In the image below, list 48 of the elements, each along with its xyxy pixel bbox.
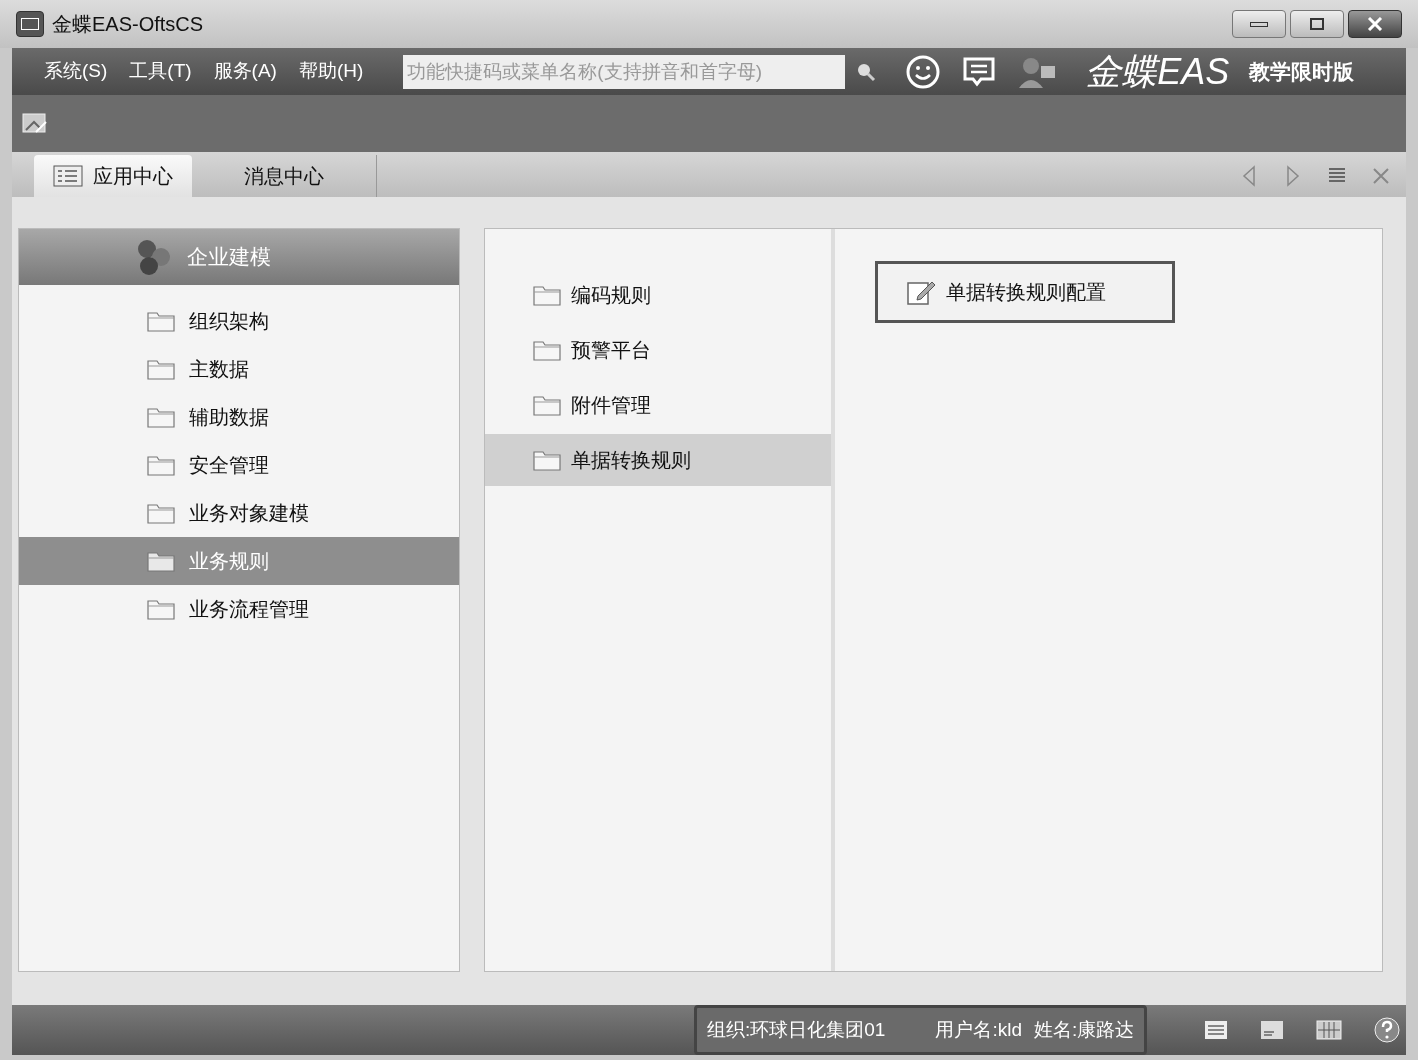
folder-icon bbox=[147, 598, 175, 620]
close-icon bbox=[1367, 17, 1383, 31]
module-item[interactable]: 业务流程管理 bbox=[19, 585, 459, 633]
folder-icon bbox=[147, 310, 175, 332]
folder-icon bbox=[147, 550, 175, 572]
window-title: 金蝶EAS-OftsCS bbox=[52, 12, 204, 37]
menu-item[interactable]: 服务(A) bbox=[213, 57, 277, 86]
tab[interactable]: 应用中心 bbox=[34, 155, 192, 197]
folder-icon bbox=[147, 406, 175, 428]
search-field[interactable]: 功能快捷码或菜单名称(支持拼音和首字母) bbox=[403, 54, 846, 89]
status-org: 组织:环球日化集团01 bbox=[707, 1017, 886, 1042]
list-icon bbox=[53, 165, 83, 187]
app-logo-icon bbox=[16, 11, 44, 37]
module-item[interactable]: 辅助数据 bbox=[19, 393, 459, 441]
smiley-icon[interactable] bbox=[905, 53, 942, 90]
menu-item[interactable]: 帮助(H) bbox=[298, 57, 364, 86]
status-user: 用户名:kld bbox=[935, 1017, 1022, 1042]
folder-icon bbox=[533, 394, 561, 416]
folder-item[interactable]: 附件管理 bbox=[485, 379, 831, 431]
maximize-button[interactable] bbox=[1290, 10, 1344, 38]
help-icon[interactable] bbox=[1374, 1017, 1400, 1043]
folder-item[interactable]: 单据转换规则 bbox=[485, 434, 831, 486]
list-icon[interactable] bbox=[1328, 167, 1346, 185]
folder-icon bbox=[147, 358, 175, 380]
close-button[interactable] bbox=[1348, 10, 1402, 38]
module-item[interactable]: 主数据 bbox=[19, 345, 459, 393]
status-name: 姓名:康路达 bbox=[1034, 1017, 1135, 1042]
edition-label: 教学限时版 bbox=[1249, 58, 1355, 85]
menu-item[interactable]: 系统(S) bbox=[44, 57, 108, 86]
brand-logo: 金蝶EAS bbox=[1085, 53, 1230, 90]
module-item[interactable]: 业务对象建模 bbox=[19, 489, 459, 537]
folder-icon bbox=[533, 339, 561, 361]
image-edit-icon[interactable] bbox=[22, 111, 48, 136]
folder-icon bbox=[533, 449, 561, 471]
folder-item[interactable]: 编码规则 bbox=[485, 269, 831, 321]
minimize-button[interactable] bbox=[1232, 10, 1286, 38]
folder-icon bbox=[533, 284, 561, 306]
module-item[interactable]: 组织架构 bbox=[19, 297, 459, 345]
folder-icon bbox=[147, 502, 175, 524]
document-icon[interactable] bbox=[1260, 1020, 1284, 1040]
list-icon[interactable] bbox=[1204, 1020, 1228, 1040]
category-header: 企业建模 bbox=[19, 229, 459, 285]
folder-icon bbox=[147, 454, 175, 476]
module-item[interactable]: 安全管理 bbox=[19, 441, 459, 489]
menu-item[interactable]: 工具(T) bbox=[129, 57, 192, 86]
function-button[interactable]: 单据转换规则配置 bbox=[875, 261, 1175, 323]
folder-item[interactable]: 预警平台 bbox=[485, 324, 831, 376]
grid-icon[interactable] bbox=[1316, 1020, 1342, 1040]
